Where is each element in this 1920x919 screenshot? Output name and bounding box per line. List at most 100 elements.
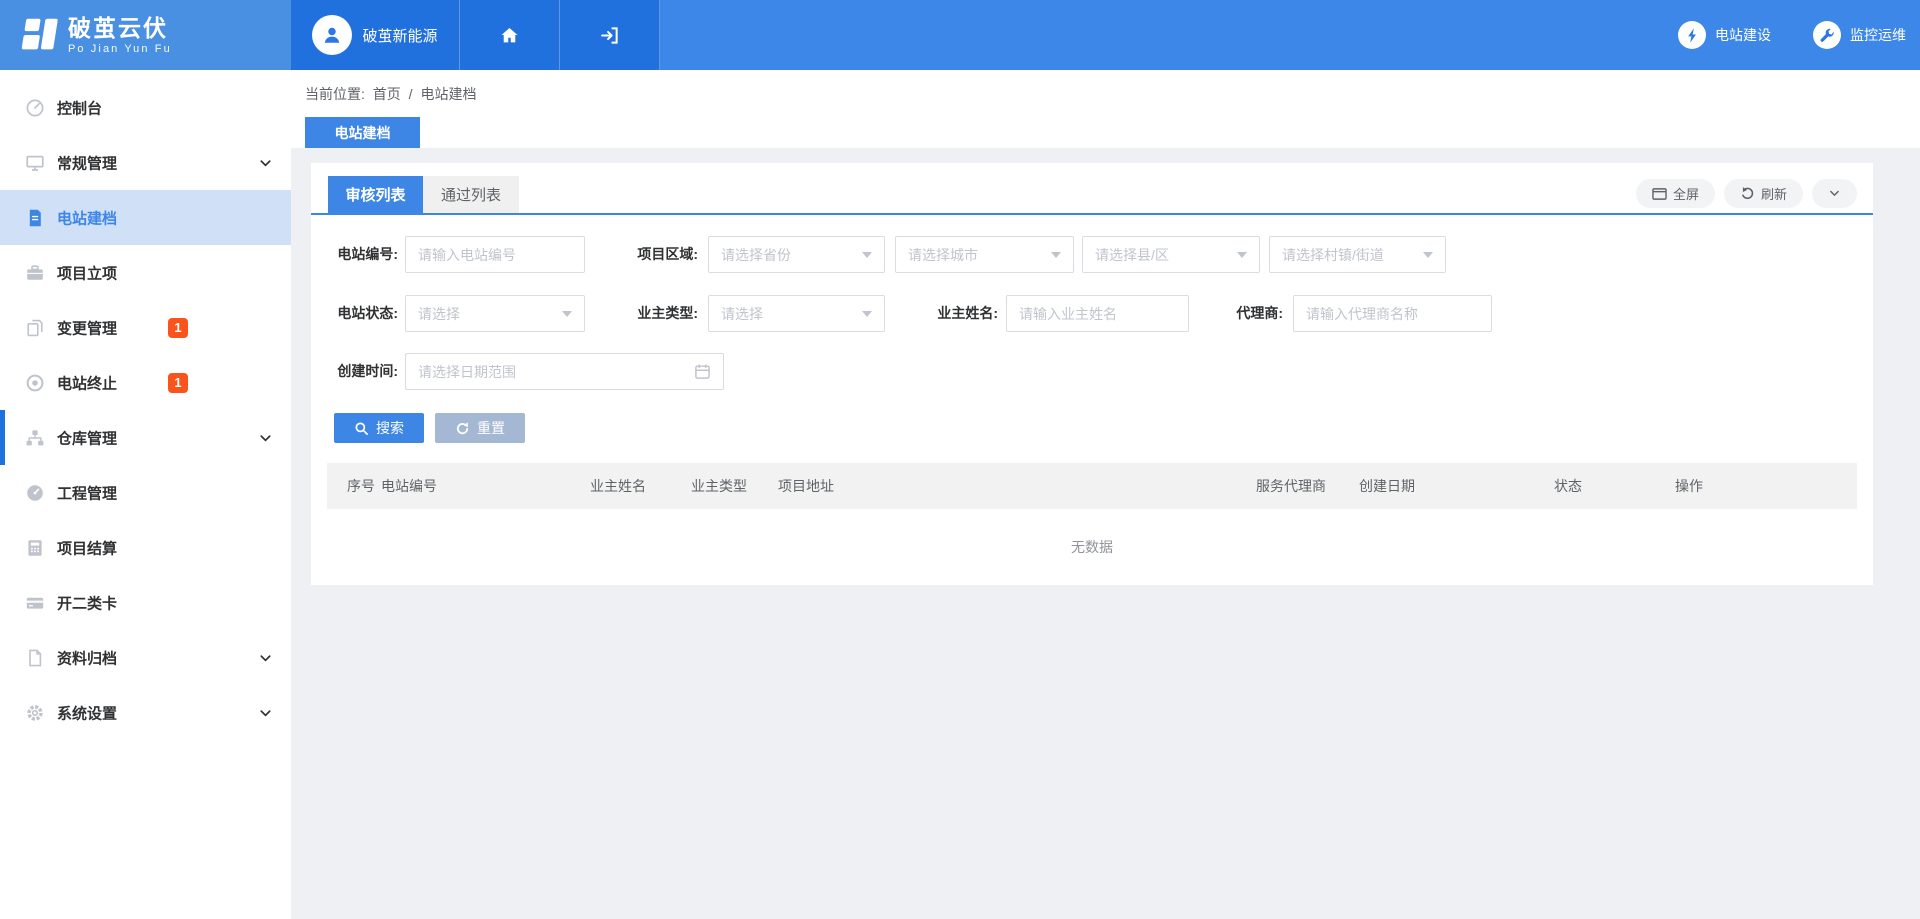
sidebar-item-project-init[interactable]: 项目立项 — [0, 245, 291, 300]
refresh-label: 刷新 — [1761, 184, 1787, 203]
station-status-select[interactable]: 请选择 — [405, 295, 585, 332]
sidebar-item-label: 工程管理 — [57, 482, 117, 503]
sidebar-item-station-terminate[interactable]: 电站终止 1 — [0, 355, 291, 410]
station-status-label: 电站状态: — [311, 295, 398, 332]
col-service-agent: 服务代理商 — [1256, 476, 1359, 496]
chevron-down-icon — [258, 155, 273, 170]
sitemap-icon — [25, 428, 45, 448]
page-tab-station-archive[interactable]: 电站建档 — [305, 117, 420, 148]
user-menu[interactable]: 破茧新能源 — [291, 0, 460, 70]
copy-icon — [25, 318, 45, 338]
station-status-placeholder: 请选择 — [418, 304, 460, 324]
fullscreen-icon — [1652, 187, 1667, 201]
caret-down-icon — [1237, 252, 1247, 258]
chevron-down-icon — [258, 705, 273, 720]
sidebar-item-console[interactable]: 控制台 — [0, 80, 291, 135]
archive-icon — [25, 648, 45, 668]
owner-type-select[interactable]: 请选择 — [708, 295, 885, 332]
search-label: 搜索 — [376, 418, 404, 438]
record-icon — [25, 373, 45, 393]
village-select[interactable]: 请选择村镇/街道 — [1269, 236, 1446, 273]
station-code-input[interactable] — [405, 236, 585, 273]
tab-underline — [311, 213, 1873, 215]
refresh-icon — [1740, 186, 1755, 201]
county-select[interactable]: 请选择县/区 — [1082, 236, 1260, 273]
agent-input[interactable] — [1293, 295, 1492, 332]
owner-name-input[interactable] — [1006, 295, 1189, 332]
sidebar-item-label: 项目结算 — [57, 537, 117, 558]
reset-button[interactable]: 重置 — [435, 413, 525, 443]
reset-label: 重置 — [477, 418, 505, 438]
brand-subtitle: Po Jian Yun Fu — [68, 43, 172, 55]
content-card: 审核列表 通过列表 全屏 刷新 — [311, 163, 1873, 585]
company-name: 破茧新能源 — [362, 25, 437, 46]
nav-station-build[interactable]: 电站建设 — [1678, 21, 1771, 49]
nav-monitor-ops[interactable]: 监控运维 — [1813, 21, 1906, 49]
owner-type-label: 业主类型: — [611, 295, 698, 332]
tab-review-list[interactable]: 审核列表 — [328, 176, 423, 213]
date-range-input[interactable] — [405, 353, 724, 390]
province-select[interactable]: 请选择省份 — [708, 236, 885, 273]
home-button[interactable] — [460, 0, 560, 70]
fullscreen-label: 全屏 — [1673, 184, 1699, 203]
province-placeholder: 请选择省份 — [721, 245, 791, 265]
owner-type-placeholder: 请选择 — [721, 304, 763, 324]
fullscreen-button[interactable]: 全屏 — [1636, 179, 1715, 208]
sidebar-item-system-settings[interactable]: 系统设置 — [0, 685, 291, 740]
col-actions: 操作 — [1675, 476, 1857, 496]
sidebar-item-change-mgmt[interactable]: 变更管理 1 — [0, 300, 291, 355]
collapse-button[interactable] — [1812, 179, 1857, 208]
header-nav: 电站建设 监控运维 — [1678, 0, 1906, 70]
table-empty-text: 无数据 — [327, 509, 1857, 585]
breadcrumb-strip — [291, 70, 1920, 148]
table-header: 序号 电站编号 业主姓名 业主类型 项目地址 服务代理商 创建日期 状态 操作 — [327, 463, 1857, 509]
sidebar-item-label: 控制台 — [57, 97, 102, 118]
breadcrumb-current: 电站建档 — [420, 86, 476, 102]
sidebar-item-label: 电站建档 — [57, 207, 117, 228]
app-screen: 破茧云伏 Po Jian Yun Fu 破茧新能源 — [0, 0, 1920, 919]
search-icon — [354, 421, 369, 436]
person-icon — [321, 24, 343, 46]
col-station-code: 电站编号 — [381, 476, 590, 496]
refresh-button[interactable]: 刷新 — [1724, 179, 1803, 208]
sidebar-item-warehouse-mgmt[interactable]: 仓库管理 — [0, 410, 291, 465]
briefcase-icon — [25, 263, 45, 283]
col-project-address: 项目地址 — [778, 476, 1256, 496]
sidebar-item-data-archive[interactable]: 资料归档 — [0, 630, 291, 685]
chevron-down-icon — [258, 430, 273, 445]
sidebar-item-open-class2-card[interactable]: 开二类卡 — [0, 575, 291, 630]
sidebar-item-project-settlement[interactable]: 项目结算 — [0, 520, 291, 575]
create-time-label: 创建时间: — [311, 353, 398, 390]
breadcrumb-separator: / — [409, 86, 413, 102]
reset-icon — [455, 421, 470, 436]
col-index: 序号 — [327, 476, 381, 496]
col-status: 状态 — [1554, 476, 1675, 496]
station-code-label: 电站编号: — [311, 236, 398, 273]
lightning-icon — [1678, 21, 1706, 49]
home-icon — [499, 25, 520, 46]
sidebar-item-station-archive[interactable]: 电站建档 — [0, 190, 291, 245]
city-placeholder: 请选择城市 — [908, 245, 978, 265]
card-toolbar: 全屏 刷新 — [1636, 179, 1857, 208]
sidebar-item-label: 系统设置 — [57, 702, 117, 723]
logout-button[interactable] — [560, 0, 660, 70]
sidebar-item-engineering-mgmt[interactable]: 工程管理 — [0, 465, 291, 520]
notification-badge: 1 — [168, 373, 188, 393]
sidebar-item-label: 项目立项 — [57, 262, 117, 283]
search-button[interactable]: 搜索 — [334, 413, 424, 443]
breadcrumb-home[interactable]: 首页 — [373, 86, 401, 102]
chevron-down-icon — [1828, 187, 1841, 200]
sidebar-item-general-mgmt[interactable]: 常规管理 — [0, 135, 291, 190]
sidebar-item-label: 常规管理 — [57, 152, 117, 173]
brand-logo[interactable]: 破茧云伏 Po Jian Yun Fu — [0, 0, 291, 70]
tab-passed-list[interactable]: 通过列表 — [423, 176, 519, 213]
sidebar-item-label: 电站终止 — [57, 372, 117, 393]
city-select[interactable]: 请选择城市 — [895, 236, 1074, 273]
owner-name-label: 业主姓名: — [911, 295, 998, 332]
breadcrumb-prefix: 当前位置: — [305, 86, 365, 102]
gauge-icon — [25, 98, 45, 118]
top-header: 破茧云伏 Po Jian Yun Fu 破茧新能源 — [0, 0, 1920, 70]
sidebar-item-label: 变更管理 — [57, 317, 117, 338]
nav-monitor-ops-label: 监控运维 — [1850, 25, 1906, 45]
agent-label: 代理商: — [1196, 295, 1283, 332]
